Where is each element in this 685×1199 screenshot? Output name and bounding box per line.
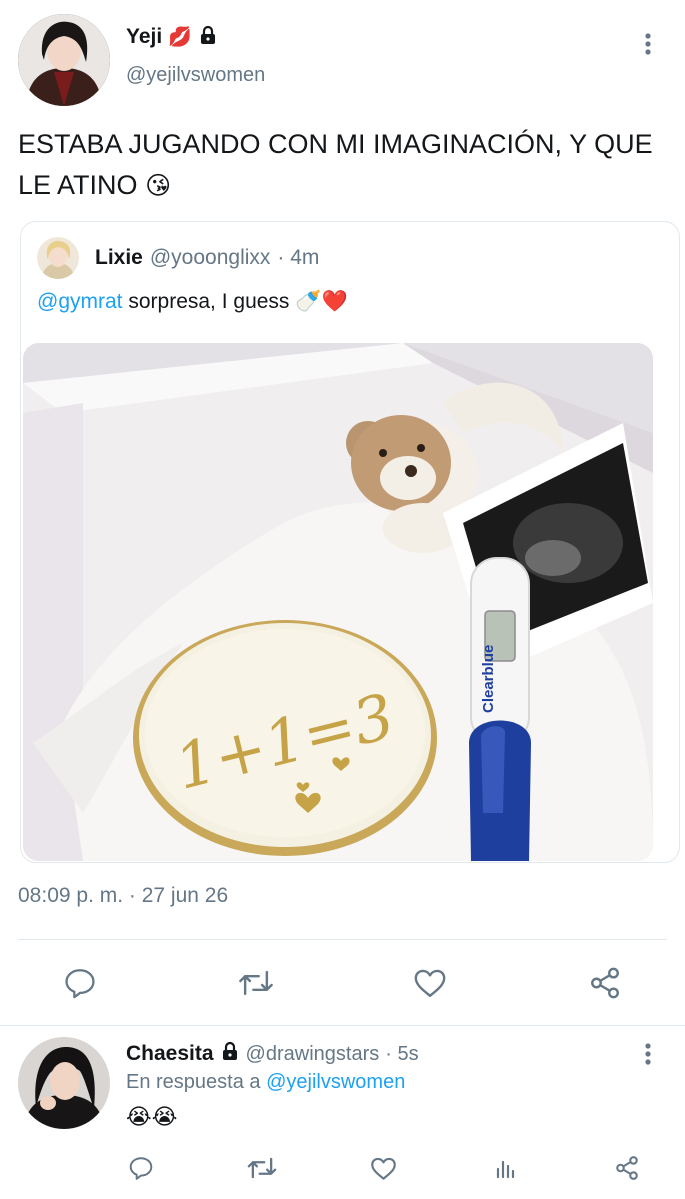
divider — [18, 939, 667, 940]
like-icon[interactable] — [410, 964, 450, 1002]
quote-header: Lixie @yooonglixx · 4m — [95, 246, 319, 270]
analytics-icon[interactable] — [490, 1152, 522, 1184]
tweet-text-line1: ESTABA JUGANDO CON MI IMAGINACIÓN, Y QUE — [18, 129, 653, 159]
tweet-timestamp[interactable]: 08:09 p. m. · 27 jun 26 — [18, 884, 228, 908]
quote-avatar-image — [37, 237, 79, 279]
in-reply-prefix: En respuesta a — [126, 1071, 261, 1093]
quote-author-avatar[interactable] — [37, 237, 79, 279]
tweet-text: ESTABA JUGANDO CON MI IMAGINACIÓN, Y QUE… — [18, 124, 678, 207]
lock-icon — [220, 1041, 240, 1067]
tweet-text-line2-row: LE ATINO 😘 — [18, 165, 678, 207]
reply-icon[interactable] — [60, 964, 100, 1002]
retweet-icon[interactable] — [235, 964, 277, 1002]
author-name-row: Yeji 💋 — [126, 24, 218, 50]
reply-icon[interactable] — [125, 1152, 157, 1184]
author-name[interactable]: Yeji — [126, 25, 162, 49]
quote-text: @gymrat sorpresa, I guess 🍼❤️ — [37, 290, 348, 314]
quote-media-image[interactable]: 1+1=3 Clearblue — [23, 343, 653, 861]
share-icon[interactable] — [611, 1152, 643, 1184]
reply-header: Chaesita @drawingstars · 5s — [126, 1041, 419, 1067]
more-icon[interactable] — [634, 30, 662, 58]
reply-text: 😭😭 — [126, 1104, 178, 1129]
in-reply-to: En respuesta a @yejilvswomen — [126, 1071, 405, 1094]
quote-time: · 4m — [277, 246, 320, 269]
author-handle[interactable]: @yejilvswomen — [126, 64, 265, 87]
more-icon[interactable] — [634, 1040, 662, 1068]
quote-text-body: sorpresa, I guess — [128, 290, 290, 313]
reply-author-name[interactable]: Chaesita — [126, 1042, 214, 1066]
tweet-text-line2: LE ATINO — [18, 170, 138, 200]
share-icon[interactable] — [585, 964, 625, 1002]
reply-avatar-image — [18, 1037, 110, 1129]
like-icon[interactable] — [367, 1152, 399, 1184]
author-avatar[interactable] — [18, 14, 110, 106]
lock-icon — [198, 25, 218, 50]
avatar-image — [18, 14, 110, 106]
reply-time: · 5s — [385, 1042, 419, 1065]
red-heart-emoji: ❤️ — [321, 290, 348, 313]
test-brand: Clearblue — [480, 645, 497, 713]
in-reply-handle[interactable]: @yejilvswomen — [266, 1071, 405, 1093]
baby-bottle-emoji: 🍼 — [295, 290, 322, 313]
quote-mention[interactable]: @gymrat — [37, 290, 123, 313]
quote-author-name[interactable]: Lixie — [95, 246, 143, 270]
reply-author-handle[interactable]: @drawingstars — [246, 1043, 380, 1066]
quote-author-handle[interactable]: @yooonglixx — [150, 246, 271, 270]
retweet-icon[interactable] — [244, 1152, 280, 1184]
reply-author-avatar[interactable] — [18, 1037, 110, 1129]
kiss-emoji: 💋 — [168, 27, 192, 48]
kissing-face-emoji: 😘 — [145, 172, 172, 200]
section-divider — [0, 1025, 685, 1026]
